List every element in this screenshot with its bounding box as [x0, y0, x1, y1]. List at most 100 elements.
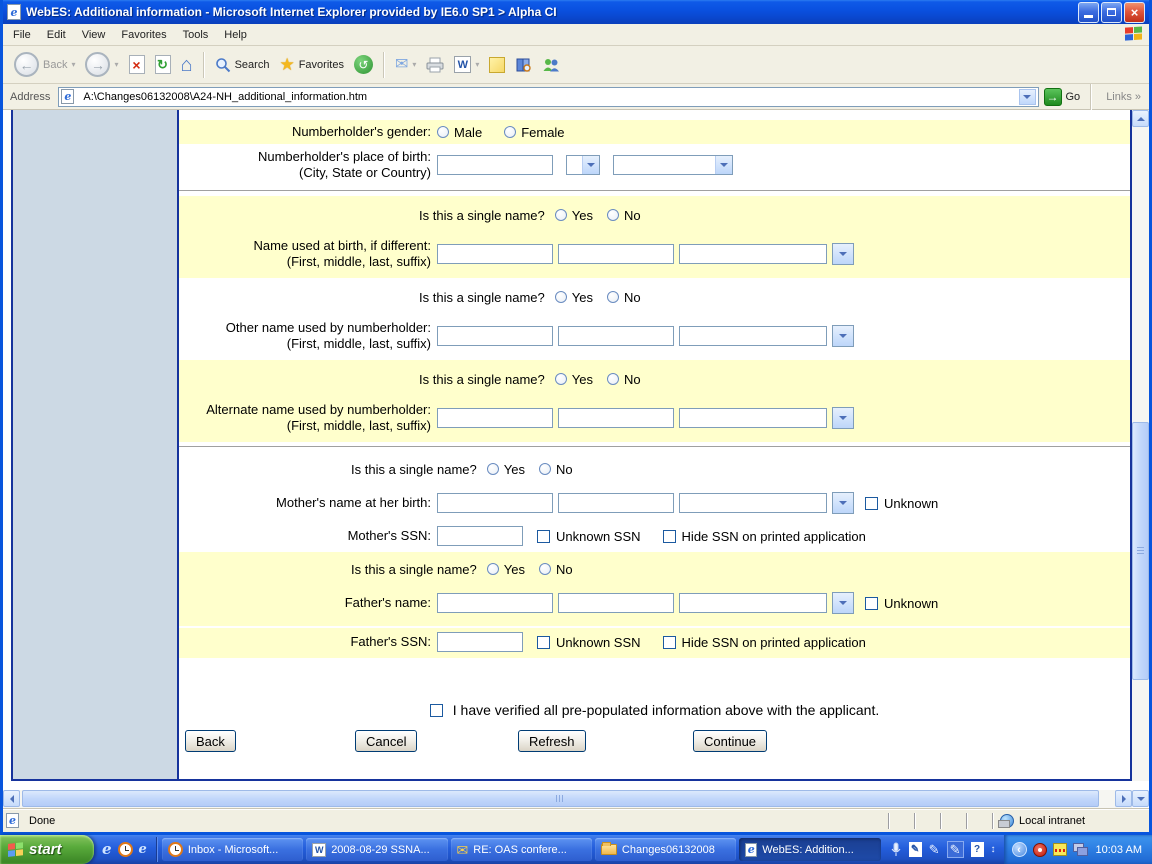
other-first-input[interactable]: [437, 326, 553, 346]
mother-hide-ssn-checkbox[interactable]: [662, 529, 676, 543]
handwriting-icon[interactable]: ✎: [908, 842, 922, 857]
input-mode-icon[interactable]: ✎: [946, 841, 964, 858]
father-unknown-ssn-checkbox[interactable]: [537, 635, 550, 649]
scroll-right-button[interactable]: [1115, 790, 1132, 807]
alternate-middle-input[interactable]: [558, 408, 674, 428]
history-button[interactable]: ↺: [349, 53, 378, 76]
alternate-last-input[interactable]: [679, 408, 827, 428]
mother-ssn-input[interactable]: [437, 526, 523, 546]
clock-quicklaunch-icon[interactable]: [117, 842, 133, 857]
single-name-yes-radio[interactable]: [554, 373, 567, 385]
vertical-scroll-track[interactable]: [1132, 127, 1149, 781]
horizontal-scroll-track[interactable]: [20, 790, 1115, 808]
tray-security-icon[interactable]: [1032, 842, 1047, 857]
verify-checkbox[interactable]: [429, 703, 443, 717]
menu-help[interactable]: Help: [216, 26, 255, 44]
pen-icon[interactable]: ✎: [929, 843, 940, 856]
mother-unknown-checkbox[interactable]: [865, 496, 878, 510]
mother-middle-input[interactable]: [558, 493, 674, 513]
scroll-down-button[interactable]: [1132, 790, 1149, 807]
refresh-form-button[interactable]: Refresh: [518, 730, 586, 752]
search-button[interactable]: Search: [210, 55, 275, 75]
back-button[interactable]: ← Back ▾: [9, 50, 80, 79]
edit-with-word-button[interactable]: W ▾: [449, 54, 484, 75]
scroll-left-button[interactable]: [3, 790, 20, 807]
mail-dropdown-icon[interactable]: ▾: [412, 60, 416, 69]
forward-dropdown-icon[interactable]: ▾: [114, 60, 118, 69]
messenger-button[interactable]: [537, 55, 565, 75]
edit-dropdown-icon[interactable]: ▾: [475, 60, 479, 69]
mother-last-input[interactable]: [679, 493, 827, 513]
other-middle-input[interactable]: [558, 326, 674, 346]
notes-button[interactable]: [484, 55, 510, 75]
single-name-yes-radio[interactable]: [554, 209, 567, 221]
menu-tools[interactable]: Tools: [175, 26, 217, 44]
father-last-input[interactable]: [679, 593, 827, 613]
father-suffix-select[interactable]: [832, 592, 854, 614]
go-button[interactable]: → Go: [1043, 87, 1080, 106]
horizontal-scrollbar[interactable]: [3, 790, 1132, 808]
gender-male-radio[interactable]: [437, 126, 449, 138]
menu-view[interactable]: View: [74, 26, 114, 44]
pob-state-select[interactable]: [566, 155, 600, 175]
refresh-button[interactable]: ↻: [150, 53, 176, 76]
continue-button[interactable]: Continue: [693, 730, 768, 752]
birth-suffix-select[interactable]: [832, 243, 854, 265]
single-name-no-radio[interactable]: [538, 563, 551, 575]
menu-file[interactable]: File: [5, 26, 39, 44]
pob-country-select[interactable]: [613, 155, 733, 175]
father-middle-input[interactable]: [558, 593, 674, 613]
stop-button[interactable]: ×: [124, 53, 150, 76]
other-last-input[interactable]: [679, 326, 827, 346]
other-suffix-select[interactable]: [832, 325, 854, 347]
ie2-quicklaunch-icon[interactable]: e: [139, 843, 147, 856]
mother-suffix-select[interactable]: [832, 492, 854, 514]
menu-favorites[interactable]: Favorites: [113, 26, 174, 44]
single-name-no-radio[interactable]: [606, 209, 619, 221]
father-unknown-checkbox[interactable]: [865, 596, 878, 610]
help-doc-icon[interactable]: ?: [970, 842, 984, 857]
research-button[interactable]: [510, 55, 537, 75]
task-word-doc[interactable]: W 2008-08-29 SSNA...: [306, 838, 448, 861]
address-dropdown-button[interactable]: [1018, 88, 1036, 105]
horizontal-scroll-thumb[interactable]: [22, 790, 1099, 807]
menu-edit[interactable]: Edit: [39, 26, 74, 44]
mother-first-input[interactable]: [437, 493, 553, 513]
cancel-button[interactable]: Cancel: [355, 730, 418, 752]
task-webes-active[interactable]: e WebES: Addition...: [739, 838, 881, 861]
back-form-button[interactable]: Back: [185, 730, 236, 752]
alternate-suffix-select[interactable]: [832, 407, 854, 429]
father-first-input[interactable]: [437, 593, 553, 613]
birth-first-input[interactable]: [437, 244, 553, 264]
single-name-no-radio[interactable]: [606, 373, 619, 385]
task-folder[interactable]: Changes06132008: [594, 838, 737, 861]
alternate-first-input[interactable]: [437, 408, 553, 428]
mother-unknown-ssn-checkbox[interactable]: [537, 529, 550, 543]
task-email[interactable]: ✉ RE: OAS confere...: [450, 838, 592, 861]
favorites-button[interactable]: ★ Favorites: [274, 54, 349, 75]
address-value[interactable]: A:\Changes06132008\A24-NH_additional_inf…: [83, 91, 1014, 103]
tray-network-icon[interactable]: [1072, 843, 1088, 856]
microphone-icon[interactable]: [890, 842, 902, 857]
print-button[interactable]: [421, 55, 449, 75]
pob-city-input[interactable]: [437, 155, 553, 175]
scroll-up-button[interactable]: [1132, 110, 1149, 127]
vertical-scrollbar[interactable]: [1132, 110, 1149, 781]
mail-button[interactable]: ✉ ▾: [390, 55, 421, 75]
task-inbox[interactable]: Inbox - Microsoft...: [161, 838, 304, 861]
single-name-no-radio[interactable]: [606, 291, 619, 303]
gender-female-radio[interactable]: [504, 126, 517, 138]
single-name-yes-radio[interactable]: [486, 463, 499, 475]
minimize-button[interactable]: [1078, 1, 1099, 23]
single-name-yes-radio[interactable]: [486, 563, 499, 575]
close-button[interactable]: ×: [1124, 1, 1145, 23]
address-input[interactable]: e A:\Changes06132008\A24-NH_additional_i…: [58, 86, 1039, 107]
tray-collapse-icon[interactable]: ‹: [1011, 842, 1027, 857]
vertical-scroll-thumb[interactable]: [1132, 422, 1149, 680]
single-name-no-radio[interactable]: [538, 463, 551, 475]
forward-button[interactable]: → ▾: [80, 50, 123, 79]
langbar-options-icon[interactable]: ↕: [991, 844, 996, 855]
links-menu[interactable]: Links »: [1102, 91, 1145, 103]
father-hide-ssn-checkbox[interactable]: [662, 635, 676, 649]
ie-quicklaunch-icon[interactable]: e: [102, 842, 112, 857]
